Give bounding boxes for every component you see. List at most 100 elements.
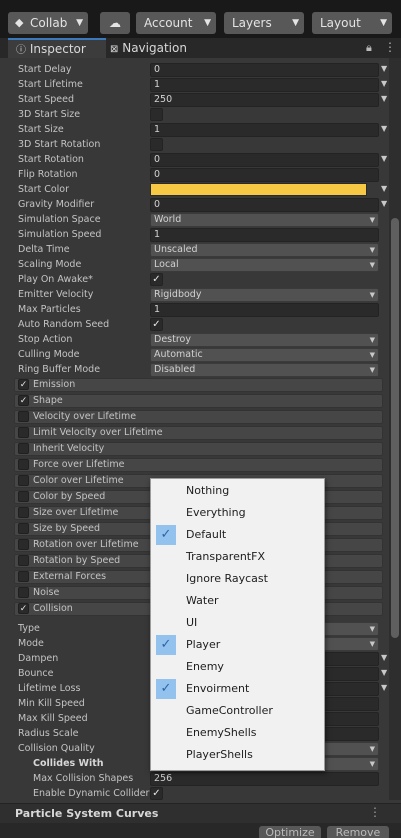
more-options-icon[interactable]: ⋮ <box>369 805 381 819</box>
layer-menu-item-everything[interactable]: Everything <box>151 503 324 523</box>
chevron-down-icon[interactable]: ▼ <box>381 683 387 692</box>
start-rotation-field[interactable]: 0 <box>150 153 379 167</box>
chevron-down-icon: ▼ <box>204 18 211 28</box>
module-checkbox[interactable] <box>18 539 29 550</box>
chevron-down-icon[interactable]: ▼ <box>381 64 387 73</box>
module-emission[interactable]: ✓ Emission <box>14 378 383 392</box>
module-checkbox[interactable]: ✓ <box>18 379 29 390</box>
module-checkbox[interactable]: ✓ <box>18 603 29 614</box>
3d-start-rotation-checkbox[interactable] <box>150 138 163 151</box>
start-size-field[interactable]: 1 <box>150 123 379 137</box>
chevron-down-icon[interactable]: ▼ <box>381 94 387 103</box>
chevron-down-icon[interactable]: ▼ <box>381 154 387 163</box>
layer-menu-item-ignore-raycast[interactable]: Ignore Raycast <box>151 569 324 589</box>
play-on-awake-checkbox[interactable]: ✓ <box>150 273 163 286</box>
module-checkbox[interactable] <box>18 475 29 486</box>
layer-menu-item-player[interactable]: ✓ Player <box>151 635 324 655</box>
module-label: Emission <box>33 379 76 390</box>
property-label: Max Kill Speed <box>18 713 88 724</box>
chevron-down-icon: ▼ <box>76 18 83 28</box>
layer-menu-item-envoirment[interactable]: ✓ Envoirment <box>151 679 324 699</box>
property-row-3d-start-size: 3D Start Size <box>18 108 389 123</box>
collab-label: Collab <box>30 16 68 30</box>
max-particles-field[interactable]: 1 <box>150 303 379 317</box>
layer-menu-item-playershells[interactable]: PlayerShells <box>151 745 324 765</box>
property-label: Mode <box>18 638 44 649</box>
chevron-down-icon[interactable]: ▼ <box>381 79 387 88</box>
module-velocity-over-lifetime[interactable]: Velocity over Lifetime <box>14 410 383 424</box>
property-label: Stop Action <box>18 334 73 345</box>
start-lifetime-field[interactable]: 1 <box>150 78 379 92</box>
module-checkbox[interactable] <box>18 443 29 454</box>
ring-buffer-mode-dropdown[interactable]: Disabled <box>150 363 379 377</box>
chevron-down-icon[interactable]: ▼ <box>381 668 387 677</box>
account-dropdown[interactable]: Account ▼ <box>136 12 216 34</box>
layer-menu-item-nothing[interactable]: Nothing <box>151 481 324 501</box>
tab-navigation[interactable]: ⊠ Navigation <box>110 38 210 58</box>
simulation-space-dropdown[interactable]: World <box>150 213 379 227</box>
module-checkbox[interactable]: ✓ <box>18 395 29 406</box>
inspector-scrollbar[interactable] <box>389 58 401 800</box>
start-delay-field[interactable]: 0 <box>150 63 379 77</box>
start-speed-field[interactable]: 250 <box>150 93 379 107</box>
module-shape[interactable]: ✓ Shape <box>14 394 383 408</box>
culling-mode-dropdown[interactable]: Automatic <box>150 348 379 362</box>
delta-time-dropdown[interactable]: Unscaled <box>150 243 379 257</box>
layer-menu-item-transparentfx[interactable]: TransparentFX <box>151 547 324 567</box>
optimize-button[interactable]: Optimize <box>259 826 321 838</box>
lock-icon[interactable]: 🔒︎ <box>366 41 372 55</box>
property-label: Start Rotation <box>18 154 84 165</box>
layer-menu-item-gamecontroller[interactable]: GameController <box>151 701 324 721</box>
property-row-simulation-space: Simulation Space World <box>18 213 389 228</box>
particle-system-curves-header[interactable]: Particle System Curves ⋮ <box>0 803 401 823</box>
auto-random-seed-checkbox[interactable]: ✓ <box>150 318 163 331</box>
module-checkbox[interactable] <box>18 427 29 438</box>
module-label: Force over Lifetime <box>33 459 125 470</box>
property-label: Min Kill Speed <box>18 698 85 709</box>
module-checkbox[interactable] <box>18 523 29 534</box>
module-inherit-velocity[interactable]: Inherit Velocity <box>14 442 383 456</box>
module-checkbox[interactable] <box>18 507 29 518</box>
scaling-mode-dropdown[interactable]: Local <box>150 258 379 272</box>
layer-mask-dropdown: Nothing Everything ✓ Default TransparentFX Ig… <box>150 478 325 771</box>
remove-button[interactable]: Remove <box>327 826 389 838</box>
module-checkbox[interactable] <box>18 411 29 422</box>
module-checkbox[interactable] <box>18 459 29 470</box>
cloud-button[interactable]: ☁ <box>100 12 130 34</box>
flip-rotation-field[interactable]: 0 <box>150 168 379 182</box>
chevron-down-icon[interactable]: ▼ <box>381 124 387 133</box>
layout-dropdown[interactable]: Layout ▼ <box>312 12 392 34</box>
layers-label: Layers <box>232 16 272 30</box>
scrollbar-thumb[interactable] <box>391 218 399 638</box>
module-checkbox[interactable] <box>18 571 29 582</box>
max-collision-shapes-field[interactable]: 256 <box>150 772 379 786</box>
layer-menu-label: Nothing <box>186 484 230 497</box>
chevron-down-icon[interactable]: ▼ <box>381 184 387 193</box>
layer-menu-item-default[interactable]: ✓ Default <box>151 525 324 545</box>
start-color-swatch[interactable] <box>150 183 367 196</box>
layer-menu-item-enemyshells[interactable]: EnemyShells <box>151 723 324 743</box>
3d-start-size-checkbox[interactable] <box>150 108 163 121</box>
layer-menu-item-enemy[interactable]: Enemy <box>151 657 324 677</box>
property-label: 3D Start Size <box>18 109 81 120</box>
module-checkbox[interactable] <box>18 555 29 566</box>
module-checkbox[interactable] <box>18 587 29 598</box>
module-limit-velocity-over-lifetime[interactable]: Limit Velocity over Lifetime <box>14 426 383 440</box>
layers-dropdown[interactable]: Layers ▼ <box>224 12 304 34</box>
layer-menu-item-water[interactable]: Water <box>151 591 324 611</box>
module-force-over-lifetime[interactable]: Force over Lifetime <box>14 458 383 472</box>
more-options-icon[interactable]: ⋮ <box>384 40 396 54</box>
tab-inspector[interactable]: ⓘ Inspector <box>8 38 106 58</box>
chevron-down-icon[interactable]: ▼ <box>381 199 387 208</box>
emitter-velocity-dropdown[interactable]: Rigidbody <box>150 288 379 302</box>
gravity-modifier-field[interactable]: 0 <box>150 198 379 212</box>
collab-button[interactable]: ◆ Collab ▼ <box>8 12 88 34</box>
stop-action-dropdown[interactable]: Destroy <box>150 333 379 347</box>
simulation-speed-field[interactable]: 1 <box>150 228 379 242</box>
enable-dynamic-colliders-checkbox[interactable]: ✓ <box>150 787 163 800</box>
layer-menu-item-ui[interactable]: UI <box>151 613 324 633</box>
property-label: Simulation Speed <box>18 229 102 240</box>
property-row-start-size: Start Size 1 ▼ <box>18 123 389 138</box>
chevron-down-icon[interactable]: ▼ <box>381 653 387 662</box>
module-checkbox[interactable] <box>18 491 29 502</box>
